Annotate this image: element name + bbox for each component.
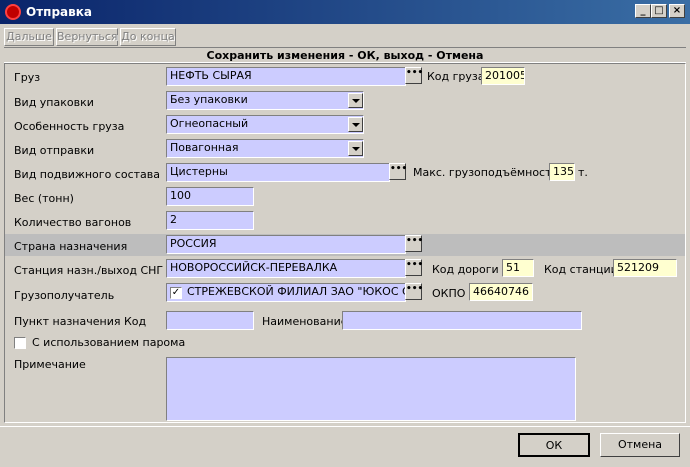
destination-code-field[interactable] [166,311,254,330]
minimize-button[interactable]: _ [635,4,651,18]
ferry-label: С использованием парома [32,336,186,349]
station-field[interactable]: НОВОРОССИЙСК-ПЕРЕВАЛКА [166,259,406,278]
window-title: Отправка [26,5,92,19]
station-lookup-button[interactable]: ••• [405,259,423,276]
capacity-field: 135 [549,163,575,181]
shipment-type-label: Вид отправки [14,144,95,157]
cargo-code-field: 201005 [481,67,525,85]
destination-code-label: Код [124,315,147,328]
packaging-select[interactable]: Без упаковки [166,91,364,110]
consignee-lookup-button[interactable]: ••• [405,283,423,300]
title-bar: Отправка _ □ × [0,0,690,24]
country-label: Страна назначения [14,240,128,253]
rolling-stock-label: Вид подвижного состава [14,168,160,181]
capacity-label: Макс. грузоподъёмность [413,166,558,179]
hint-text: Сохранить изменения - ОК, выход - Отмена [4,47,686,63]
cancel-button[interactable]: Отмена [600,433,680,457]
shipment-type-select[interactable]: Повагонная [166,139,364,158]
maximize-button[interactable]: □ [651,4,667,18]
rolling-stock-lookup-button[interactable]: ••• [389,163,407,180]
next-button[interactable]: Дальше [4,28,54,46]
app-icon [5,4,21,20]
cargo-feature-select[interactable]: Огнеопасный [166,115,364,134]
ferry-checkbox[interactable] [14,337,26,349]
destination-name-field[interactable] [342,311,582,330]
note-label: Примечание [14,358,86,371]
road-code-field: 51 [502,259,534,277]
okpo-field: 46640746 [469,283,533,301]
destination-name-label: Наименование [262,315,348,328]
road-code-label: Код дороги [432,263,499,276]
weight-field[interactable]: 100 [166,187,254,206]
capacity-unit: т. [578,166,588,179]
chevron-down-icon[interactable] [348,93,363,108]
country-lookup-button[interactable]: ••• [405,235,423,252]
station-label: Станция назн./выход СНГ [14,264,164,277]
wagons-label: Количество вагонов [14,216,132,229]
cargo-field[interactable]: НЕФТЬ СЫРАЯ [166,67,406,86]
packaging-label: Вид упаковки [14,96,94,109]
back-button[interactable]: Вернуться [56,28,118,46]
to-end-button[interactable]: До конца [120,28,176,46]
station-code-label: Код станции [544,263,618,276]
cargo-label: Груз [14,71,41,84]
cargo-code-label: Код груза [427,70,485,83]
chevron-down-icon[interactable] [348,141,363,156]
station-code-field: 521209 [613,259,677,277]
consignee-field[interactable]: СТРЕЖЕВСКОЙ ФИЛИАЛ ЗАО "ЮКОС СЕ [166,283,406,302]
chevron-down-icon[interactable] [348,117,363,132]
close-button[interactable]: × [669,4,685,18]
consignee-label: Грузополучатель [14,289,115,302]
country-field[interactable]: РОССИЯ [166,235,406,254]
note-textarea[interactable] [166,357,576,421]
ok-button[interactable]: ОК [518,433,590,457]
destination-label: Пункт назначения [14,315,121,328]
weight-label: Вес (тонн) [14,192,74,205]
rolling-stock-field[interactable]: Цистерны [166,163,390,182]
consignee-checkbox[interactable]: ✓ [170,287,182,299]
wagons-field[interactable]: 2 [166,211,254,230]
cargo-feature-label: Особенность груза [14,120,125,133]
okpo-label: ОКПО [432,287,466,300]
cargo-lookup-button[interactable]: ••• [405,67,423,84]
